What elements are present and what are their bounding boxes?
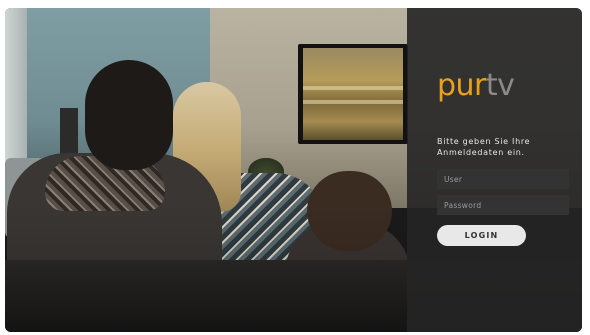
login-panel: purtv Bitte geben Sie Ihre Anmeldedaten … — [407, 8, 582, 332]
login-button[interactable]: LOGIN — [437, 225, 526, 246]
logo-part-tv: tv — [485, 68, 515, 103]
login-prompt: Bitte geben Sie Ihre Anmeldedaten ein. — [437, 137, 531, 157]
user-input[interactable] — [437, 169, 569, 189]
purtv-logo: purtv — [437, 68, 515, 103]
password-input[interactable] — [437, 195, 569, 215]
app-frame: purtv Bitte geben Sie Ihre Anmeldedaten … — [5, 8, 582, 332]
logo-part-pur: pur — [437, 68, 486, 103]
